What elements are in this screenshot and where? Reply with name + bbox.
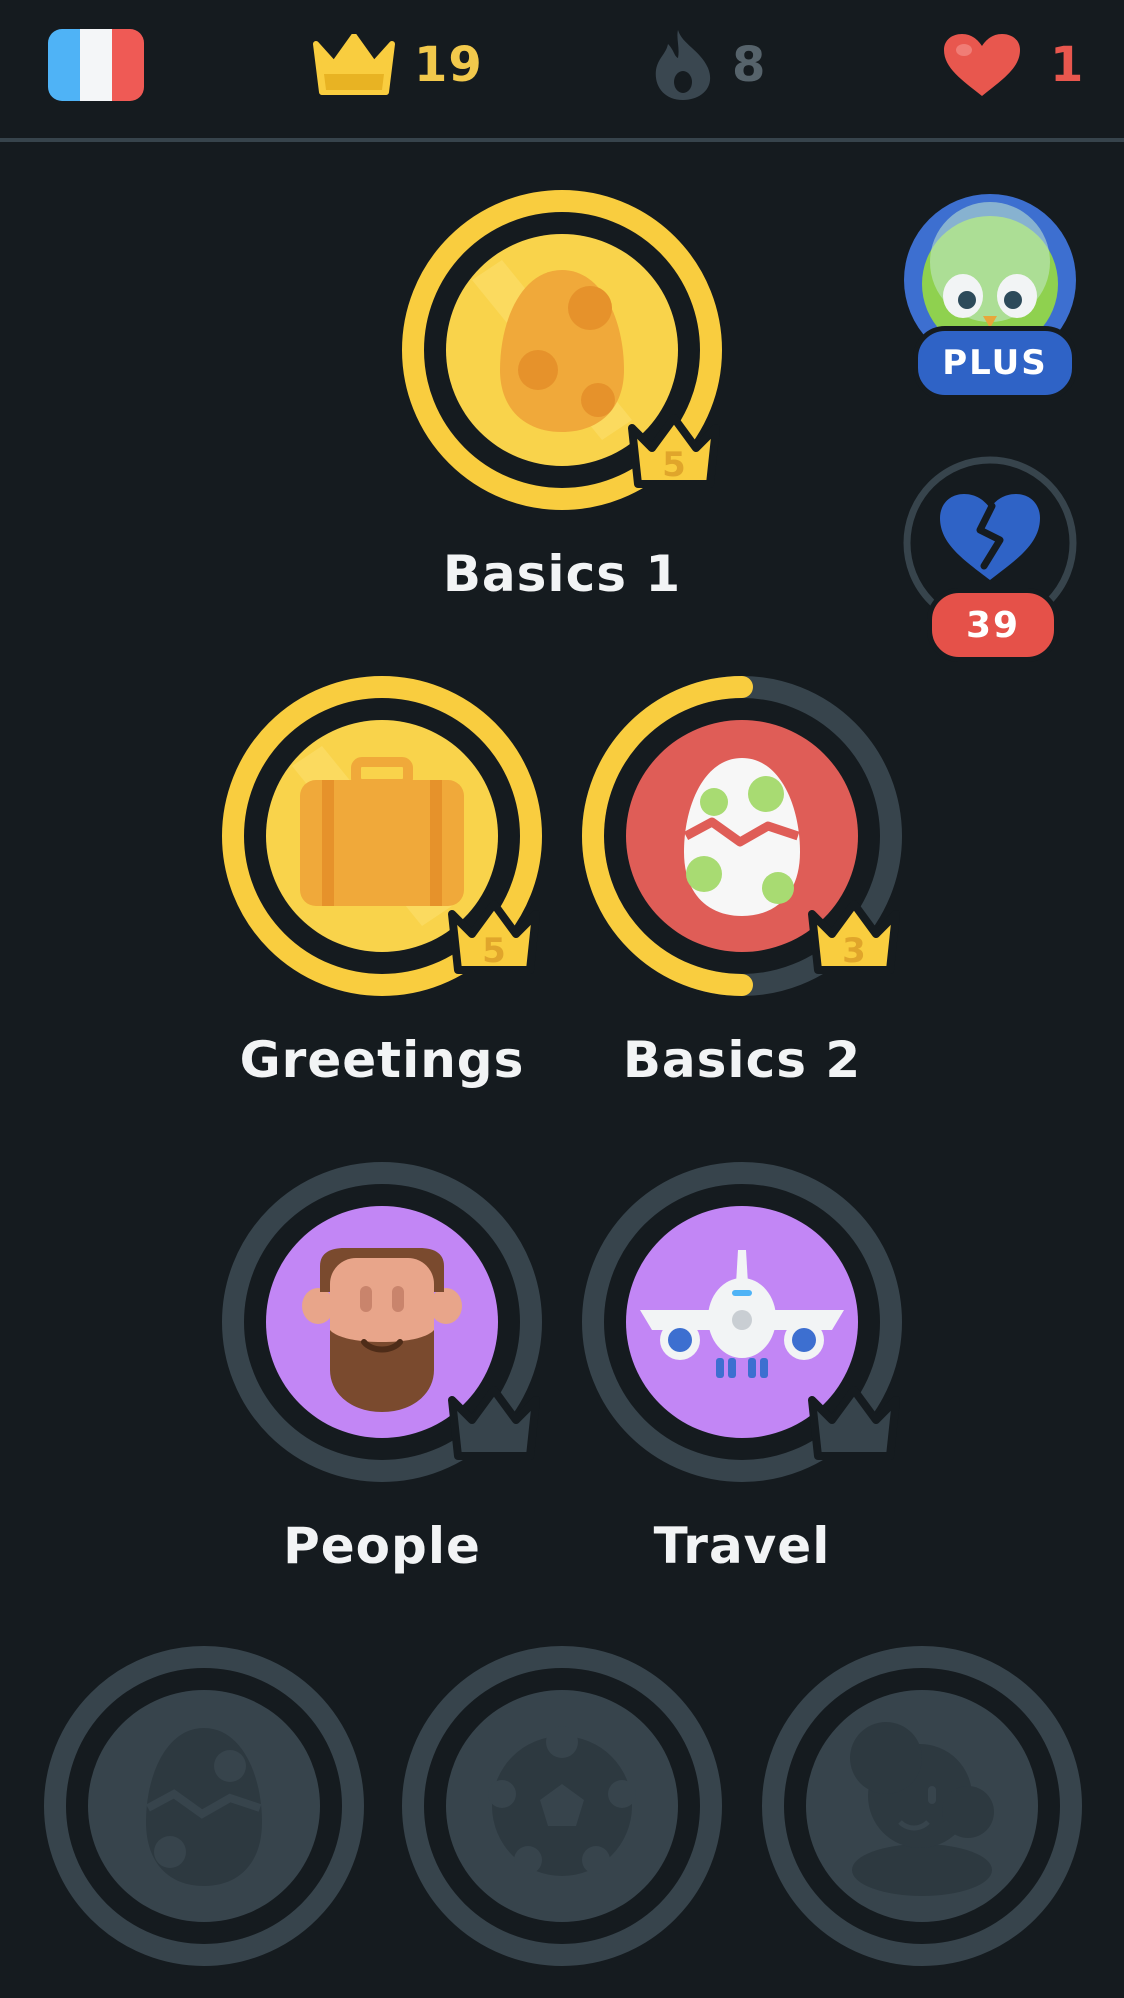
streak-counter[interactable]: 8 bbox=[652, 28, 766, 102]
skill-label: Basics 2 bbox=[622, 1031, 862, 1089]
streak-count: 8 bbox=[732, 37, 767, 93]
crowns-counter[interactable]: 19 bbox=[312, 28, 483, 102]
plus-badge[interactable]: PLUS bbox=[901, 192, 1079, 402]
plus-label: PLUS bbox=[913, 326, 1077, 400]
crown-icon bbox=[313, 34, 395, 95]
hearts-count: 1 bbox=[1050, 37, 1085, 93]
language-flag-icon[interactable] bbox=[48, 29, 144, 101]
hearts-counter[interactable]: 1 bbox=[942, 28, 1084, 102]
skill-label: Travel bbox=[653, 1517, 831, 1575]
crown-locked-icon bbox=[808, 1386, 900, 1460]
top-bar: 19 8 1 bbox=[0, 0, 1124, 140]
crown-level-icon: 3 bbox=[808, 900, 900, 974]
locked-person-icon bbox=[762, 1646, 1082, 1966]
broken-heart-icon bbox=[940, 494, 1040, 580]
crown-level-icon: 5 bbox=[628, 414, 720, 488]
heart-refill-badge[interactable]: 39 bbox=[901, 454, 1079, 664]
crown-level-icon: 5 bbox=[448, 900, 540, 974]
crowns-count: 19 bbox=[414, 37, 483, 93]
heart-icon bbox=[944, 34, 1020, 96]
crown-level: 5 bbox=[482, 931, 506, 971]
locked-ball-icon bbox=[402, 1646, 722, 1966]
flame-icon bbox=[655, 30, 711, 100]
crown-level: 5 bbox=[662, 445, 686, 485]
locked-egg-icon bbox=[44, 1646, 364, 1966]
topbar-divider bbox=[0, 138, 1124, 142]
crown-locked-icon bbox=[448, 1386, 540, 1460]
heart-refill-count: 39 bbox=[927, 588, 1059, 662]
crown-level: 3 bbox=[842, 931, 866, 971]
skill-label: Basics 1 bbox=[442, 545, 682, 603]
suitcase-icon bbox=[300, 757, 464, 906]
